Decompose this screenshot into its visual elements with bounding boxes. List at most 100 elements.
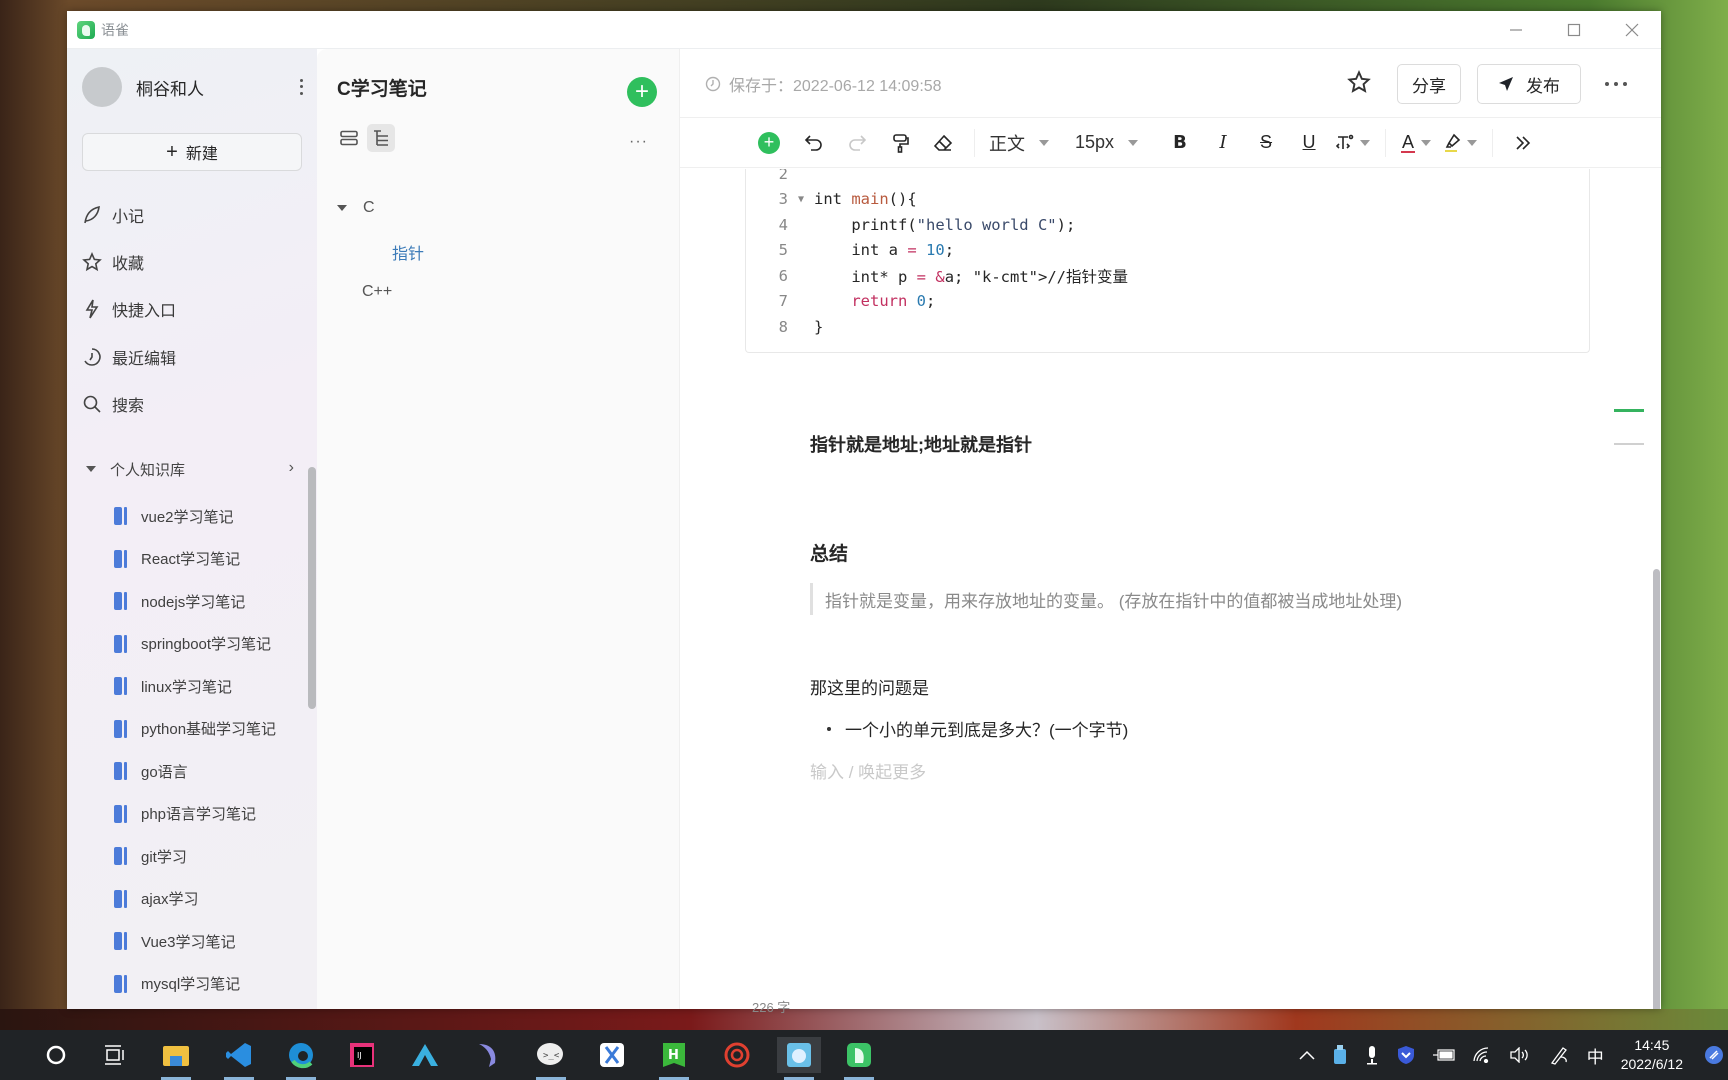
format-painter-button[interactable] bbox=[884, 127, 916, 159]
bold-button[interactable]: B bbox=[1164, 127, 1196, 159]
netease-button[interactable] bbox=[719, 1037, 755, 1073]
yuque-taskbar-button[interactable] bbox=[841, 1037, 877, 1073]
wechat-button[interactable]: >_< bbox=[532, 1037, 568, 1073]
maximize-button[interactable] bbox=[1545, 11, 1603, 49]
minimize-button[interactable] bbox=[1487, 11, 1545, 49]
star-icon bbox=[1347, 69, 1371, 93]
caret-down-icon[interactable] bbox=[337, 205, 347, 211]
clear-format-button[interactable] bbox=[927, 127, 959, 159]
vscode-button[interactable] bbox=[221, 1037, 257, 1073]
volume-icon[interactable] bbox=[1509, 1047, 1531, 1063]
book-item[interactable]: mysql学习笔记 bbox=[114, 969, 304, 999]
sidebar-item-label: 快捷入口 bbox=[112, 303, 177, 320]
app-a-button[interactable] bbox=[407, 1037, 443, 1073]
tree-item-pointer[interactable]: 指针 bbox=[392, 240, 424, 264]
sidebar-scrollbar[interactable] bbox=[308, 467, 316, 709]
user-profile[interactable]: 桐谷和人 bbox=[82, 67, 307, 107]
knowledge-base-header[interactable]: 个人知识库 › bbox=[82, 454, 302, 484]
caret-down-icon[interactable] bbox=[86, 466, 96, 472]
editor-scrollbar[interactable] bbox=[1653, 569, 1660, 1009]
underline-button[interactable]: U bbox=[1293, 127, 1325, 159]
code-block[interactable]: 2 3 ▼ int main(){4 printf("hello world C");… bbox=[745, 169, 1590, 353]
publish-button[interactable]: 发布 bbox=[1477, 64, 1581, 104]
cortana-button[interactable] bbox=[38, 1037, 74, 1073]
sidebar-item-shortcuts[interactable]: 快捷入口 bbox=[82, 291, 302, 327]
paragraph-style-select[interactable]: 正文 bbox=[989, 130, 1049, 156]
code-line[interactable]: 4 printf("hello world C"); bbox=[746, 212, 1076, 237]
usb-icon[interactable] bbox=[1333, 1045, 1347, 1065]
undo-button[interactable] bbox=[798, 127, 830, 159]
book-item[interactable]: git学习 bbox=[114, 841, 304, 871]
code-line[interactable]: 8} bbox=[746, 314, 824, 339]
italic-button[interactable]: I bbox=[1207, 127, 1239, 159]
font-size-select[interactable]: 15px bbox=[1075, 132, 1139, 153]
fold-caret-icon[interactable]: ▼ bbox=[788, 194, 814, 205]
new-button[interactable]: + 新建 bbox=[82, 133, 302, 171]
book-item[interactable]: springboot学习笔记 bbox=[114, 629, 304, 659]
list-view-button[interactable] bbox=[335, 124, 363, 152]
hbuilder-button[interactable]: H bbox=[656, 1037, 692, 1073]
task-view-button[interactable] bbox=[96, 1037, 132, 1073]
book-item[interactable]: ajax学习 bbox=[114, 884, 304, 914]
file-explorer-button[interactable] bbox=[158, 1037, 194, 1073]
book-item[interactable]: python基础学习笔记 bbox=[114, 714, 304, 744]
expand-toolbar-button[interactable] bbox=[1507, 127, 1539, 159]
security-shield-icon[interactable] bbox=[1397, 1045, 1415, 1065]
book-item[interactable]: vue2学习笔记 bbox=[114, 501, 304, 531]
more-options-icon[interactable]: ··· bbox=[629, 133, 648, 151]
user-more-icon[interactable] bbox=[295, 77, 307, 97]
tree-view-button[interactable] bbox=[367, 124, 395, 152]
toc-marker-active[interactable] bbox=[1614, 409, 1644, 412]
show-hidden-icons-button[interactable] bbox=[1299, 1050, 1315, 1060]
code-line[interactable]: 3 ▼ int main(){ bbox=[746, 187, 917, 212]
pen-icon[interactable] bbox=[1549, 1045, 1569, 1065]
live2d-button[interactable] bbox=[777, 1037, 821, 1073]
tree-item-cpp[interactable]: C++ bbox=[362, 283, 392, 301]
redo-button[interactable] bbox=[841, 127, 873, 159]
share-button[interactable]: 分享 bbox=[1397, 64, 1461, 104]
document-content[interactable]: 2 3 ▼ int main(){4 printf("hello world C");… bbox=[680, 169, 1661, 1009]
strikethrough-button[interactable]: S bbox=[1250, 127, 1282, 159]
intellij-button[interactable]: IJ bbox=[344, 1037, 380, 1073]
code-line[interactable]: 2 bbox=[746, 169, 814, 186]
toc-marker[interactable] bbox=[1614, 443, 1644, 445]
book-item[interactable]: php语言学习笔记 bbox=[114, 799, 304, 829]
book-item[interactable]: Vue3学习笔记 bbox=[114, 926, 304, 956]
clock-icon bbox=[84, 348, 101, 366]
battery-icon[interactable] bbox=[1432, 1048, 1455, 1062]
dolphin-button[interactable] bbox=[470, 1037, 506, 1073]
tree-item-c[interactable]: C bbox=[337, 199, 375, 217]
close-button[interactable] bbox=[1603, 11, 1661, 49]
sidebar-item-recent[interactable]: 最近编辑 bbox=[82, 339, 302, 375]
clock[interactable]: 14:45 2022/6/12 bbox=[1621, 1036, 1683, 1074]
font-color-button[interactable]: A bbox=[1400, 127, 1432, 159]
insert-block-button[interactable]: + bbox=[758, 131, 780, 154]
minimize-icon bbox=[1510, 29, 1522, 31]
xmind-button[interactable] bbox=[594, 1037, 630, 1073]
code-line[interactable]: 5 int a = 10; bbox=[746, 238, 954, 263]
book-item[interactable]: nodejs学习笔记 bbox=[114, 586, 304, 616]
text-style-button[interactable] bbox=[1336, 127, 1371, 159]
book-item[interactable]: React学习笔记 bbox=[114, 544, 304, 574]
highlight-button[interactable] bbox=[1443, 127, 1478, 159]
add-document-button[interactable]: + bbox=[627, 77, 657, 107]
sidebar-item-search[interactable]: 搜索 bbox=[82, 386, 302, 422]
input-placeholder[interactable]: 输入 / 唤起更多 bbox=[810, 758, 926, 783]
sidebar-item-favorites[interactable]: 收藏 bbox=[82, 244, 302, 280]
edge-button[interactable] bbox=[283, 1037, 319, 1073]
book-item[interactable]: linux学习笔记 bbox=[114, 671, 304, 701]
system-tray: 中 14:45 2022/6/12 bbox=[1290, 1030, 1728, 1080]
chevron-right-icon[interactable]: › bbox=[289, 459, 294, 477]
wifi-icon[interactable] bbox=[1473, 1047, 1491, 1063]
microphone-icon[interactable] bbox=[1365, 1045, 1379, 1065]
sidebar-item-notes[interactable]: 小记 bbox=[82, 197, 302, 233]
ime-indicator[interactable]: 中 bbox=[1587, 1043, 1604, 1068]
favorite-button[interactable] bbox=[1347, 69, 1371, 99]
book-item[interactable]: go语言 bbox=[114, 756, 304, 786]
notebook-icon bbox=[114, 974, 127, 993]
avatar[interactable] bbox=[82, 67, 122, 107]
more-options-icon[interactable] bbox=[1605, 82, 1627, 86]
code-line[interactable]: 6 int* p = &a; "k-cmt">//指针变量 bbox=[746, 263, 1128, 288]
code-line[interactable]: 7 return 0; bbox=[746, 289, 936, 314]
notification-icon[interactable] bbox=[1704, 1045, 1724, 1065]
